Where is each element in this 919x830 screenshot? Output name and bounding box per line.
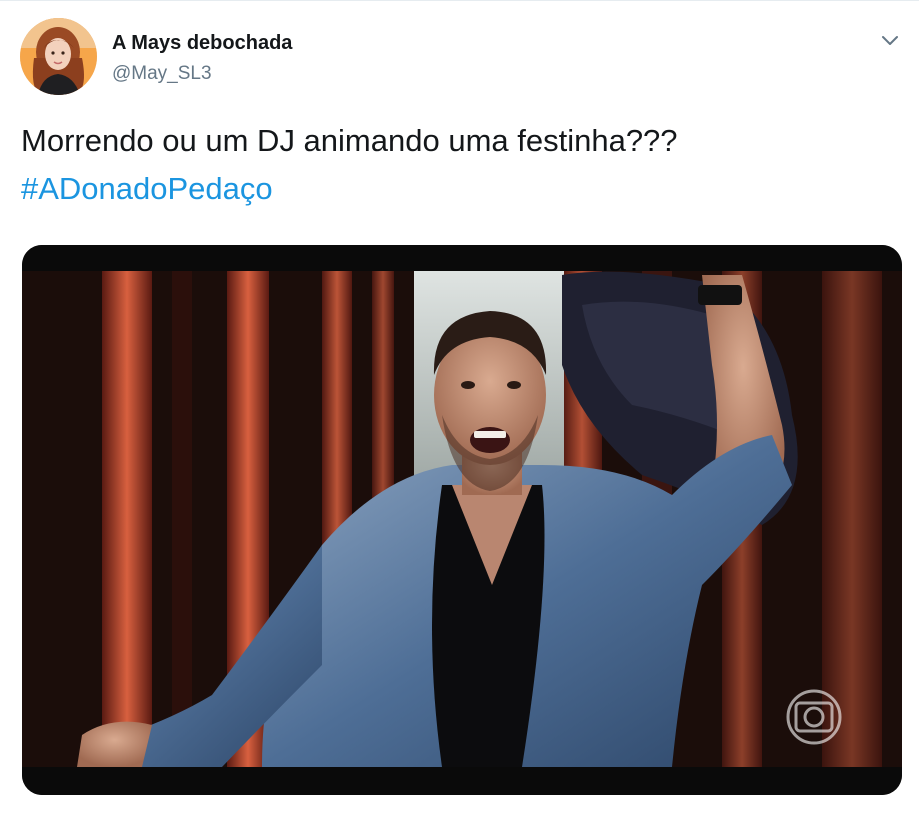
tweet-media[interactable] bbox=[22, 245, 902, 795]
tweet-card[interactable]: A Mays debochada @May_SL3 Morrendo ou um… bbox=[0, 0, 919, 830]
author-handle[interactable]: @May_SL3 bbox=[112, 63, 212, 85]
tweet-menu-button[interactable] bbox=[879, 31, 901, 49]
hashtag-link[interactable]: #ADonadoPedaço bbox=[21, 171, 273, 206]
chevron-down-icon bbox=[882, 36, 898, 45]
avatar-photo bbox=[20, 18, 97, 95]
video-still bbox=[22, 245, 902, 795]
avatar[interactable] bbox=[20, 18, 97, 95]
author-display-name[interactable]: A Mays debochada bbox=[112, 32, 292, 55]
tweet-text: Morrendo ou um DJ animando uma festinha?… bbox=[21, 117, 678, 213]
tweet-text-line: Morrendo ou um DJ animando uma festinha?… bbox=[21, 123, 678, 158]
